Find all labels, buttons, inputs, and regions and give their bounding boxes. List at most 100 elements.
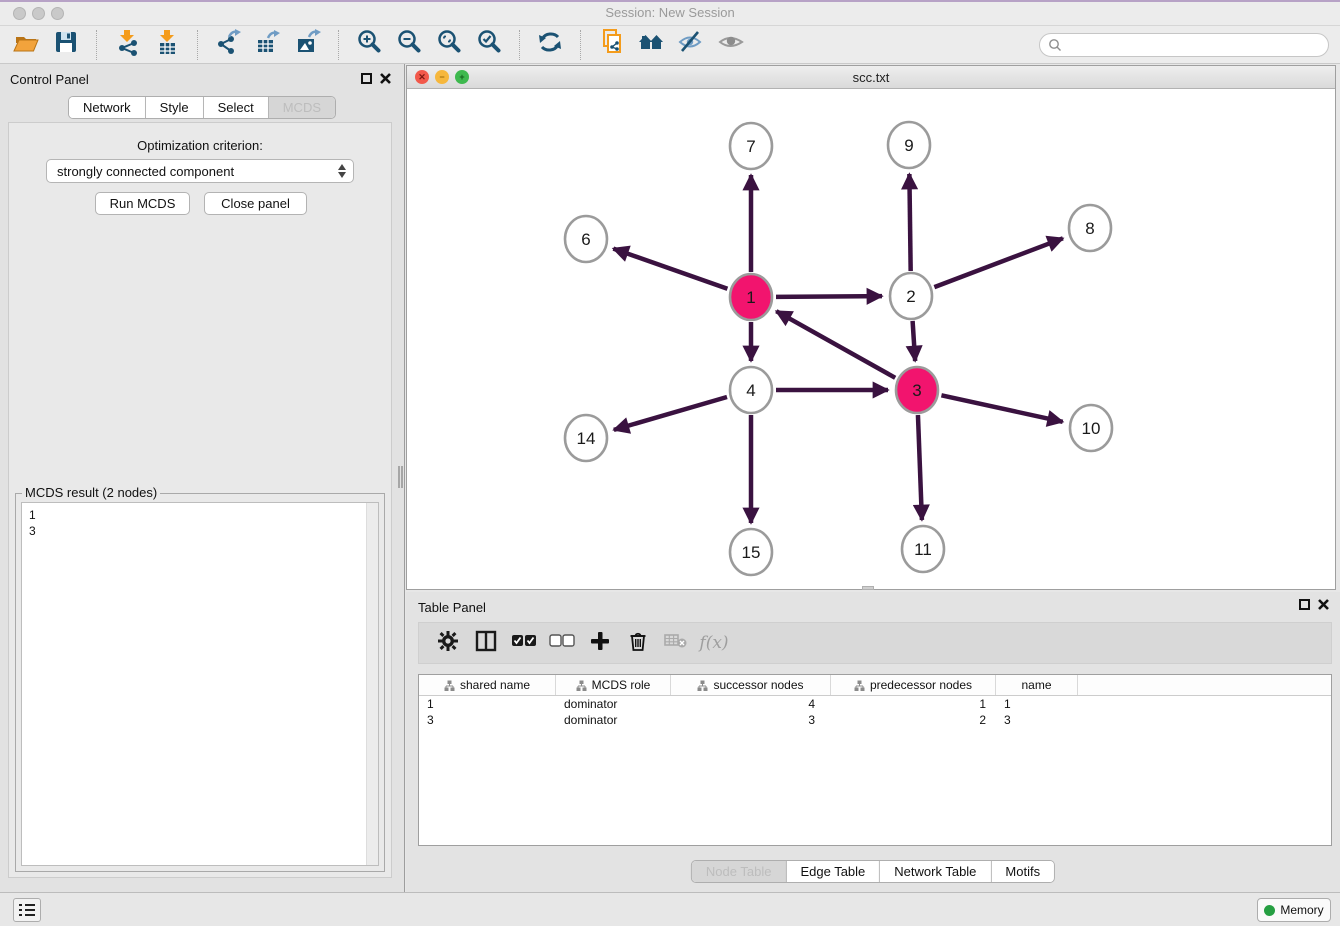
search-icon — [1048, 38, 1062, 52]
zoom-in-button[interactable] — [349, 28, 389, 62]
shared-column-icon — [444, 680, 455, 691]
column-header-shared-name[interactable]: shared name — [419, 675, 556, 695]
graph-node-11[interactable]: 11 — [902, 526, 944, 572]
tab-motifs[interactable]: Motifs — [991, 861, 1054, 882]
column-header-mcds-role[interactable]: MCDS role — [556, 675, 671, 695]
graph-node-9[interactable]: 9 — [888, 122, 930, 168]
fit-content-button[interactable] — [429, 28, 469, 62]
edge-2-3[interactable] — [913, 321, 916, 361]
edge-2-9[interactable] — [909, 174, 910, 271]
search-input[interactable] — [1067, 38, 1328, 52]
cell-mcds-role[interactable]: dominator — [556, 696, 671, 712]
delete-columns-button[interactable] — [619, 626, 657, 660]
network-table-splitter-grip[interactable] — [862, 586, 874, 590]
node-label: 11 — [914, 540, 932, 559]
toolbar-separator — [519, 30, 520, 60]
graph-node-10[interactable]: 10 — [1070, 405, 1112, 451]
export-table-button[interactable] — [248, 28, 288, 62]
column-header-predecessor-nodes[interactable]: predecessor nodes — [831, 675, 996, 695]
edge-1-6[interactable] — [613, 249, 727, 289]
float-table-panel-icon[interactable] — [1299, 599, 1310, 610]
tab-style[interactable]: Style — [146, 97, 204, 118]
tab-network[interactable]: Network — [69, 97, 146, 118]
import-network-button[interactable] — [107, 28, 147, 62]
status-bar: Memory — [0, 892, 1340, 926]
edge-1-2[interactable] — [776, 296, 882, 297]
delete-table-button[interactable] — [657, 626, 695, 660]
graph-node-3[interactable]: 3 — [896, 367, 938, 413]
table-row[interactable]: 3 dominator 3 2 3 — [419, 712, 1331, 728]
cell-name[interactable]: 3 — [996, 712, 1078, 728]
cell-predecessor-nodes[interactable]: 2 — [831, 712, 996, 728]
graph-node-2[interactable]: 2 — [890, 273, 932, 319]
network-window-titlebar[interactable]: ✕ − + scc.txt — [407, 66, 1335, 89]
tab-mcds[interactable]: MCDS — [269, 97, 335, 118]
network-view-window: ✕ − + scc.txt 1 2 3 4 6 7 8 9 10 11 14 15 — [406, 65, 1336, 590]
task-history-button[interactable] — [13, 898, 41, 922]
show-all-button[interactable] — [711, 28, 751, 62]
tab-node-table[interactable]: Node Table — [692, 861, 787, 882]
window-accent-strip — [0, 0, 1340, 2]
export-image-button[interactable] — [288, 28, 328, 62]
cell-shared-name[interactable]: 3 — [419, 712, 556, 728]
home-button[interactable] — [631, 28, 671, 62]
save-session-button[interactable] — [46, 28, 86, 62]
table-settings-button[interactable] — [429, 626, 467, 660]
optimization-criterion-label: Optimization criterion: — [9, 138, 391, 153]
close-table-panel-icon[interactable] — [1317, 598, 1330, 611]
add-column-button[interactable] — [581, 626, 619, 660]
node-table[interactable]: shared name MCDS role successor nodes pr… — [418, 674, 1332, 846]
control-panel-header: Control Panel — [0, 64, 404, 94]
import-table-button[interactable] — [147, 28, 187, 62]
criterion-dropdown[interactable]: strongly connected component — [46, 159, 354, 183]
network-canvas[interactable]: 1 2 3 4 6 7 8 9 10 11 14 15 — [407, 90, 1335, 589]
memory-button[interactable]: Memory — [1257, 898, 1331, 922]
cell-successor-nodes[interactable]: 3 — [671, 712, 831, 728]
zoom-out-icon — [395, 28, 423, 61]
close-panel-button[interactable]: Close panel — [204, 192, 307, 215]
refresh-view-button[interactable] — [530, 28, 570, 62]
edge-4-14[interactable] — [614, 397, 727, 430]
cell-predecessor-nodes[interactable]: 1 — [831, 696, 996, 712]
graph-node-15[interactable]: 15 — [730, 529, 772, 575]
split-columns-button[interactable] — [467, 626, 505, 660]
unselect-all-columns-button[interactable] — [543, 626, 581, 660]
edge-2-8[interactable] — [934, 238, 1063, 287]
column-header-successor-nodes[interactable]: successor nodes — [671, 675, 831, 695]
edge-3-1[interactable] — [776, 311, 895, 378]
cell-name[interactable]: 1 — [996, 696, 1078, 712]
graph-node-4[interactable]: 4 — [730, 367, 772, 413]
tab-edge-table[interactable]: Edge Table — [786, 861, 880, 882]
table-row[interactable]: 1 dominator 4 1 1 — [419, 696, 1331, 712]
cell-successor-nodes[interactable]: 4 — [671, 696, 831, 712]
edge-3-11[interactable] — [918, 415, 922, 520]
graph-node-8[interactable]: 8 — [1069, 205, 1111, 251]
function-builder-button[interactable]: f(x) — [695, 626, 733, 660]
column-header-name[interactable]: name — [996, 675, 1078, 695]
float-panel-icon[interactable] — [361, 73, 372, 84]
graph-node-14[interactable]: 14 — [565, 415, 607, 461]
select-all-columns-button[interactable] — [505, 626, 543, 660]
mcds-panel: Optimization criterion: strongly connect… — [8, 122, 392, 878]
export-network-button[interactable] — [208, 28, 248, 62]
zoom-out-button[interactable] — [389, 28, 429, 62]
mcds-result-textarea[interactable]: 1 3 — [21, 502, 379, 866]
result-scrollbar[interactable] — [366, 503, 378, 865]
hide-selected-button[interactable] — [671, 28, 711, 62]
tab-network-table[interactable]: Network Table — [880, 861, 991, 882]
tab-select[interactable]: Select — [204, 97, 269, 118]
zoom-selected-button[interactable] — [469, 28, 509, 62]
graph-node-6[interactable]: 6 — [565, 216, 607, 262]
memory-status-icon — [1264, 905, 1275, 916]
open-session-button[interactable] — [6, 28, 46, 62]
cell-mcds-role[interactable]: dominator — [556, 712, 671, 728]
new-network-from-selection-button[interactable] — [591, 28, 631, 62]
graph-node-1[interactable]: 1 — [730, 274, 772, 320]
search-field[interactable] — [1039, 33, 1329, 57]
run-mcds-button[interactable]: Run MCDS — [95, 192, 190, 215]
panel-splitter-grip[interactable] — [398, 466, 404, 488]
close-panel-icon[interactable] — [379, 72, 392, 85]
edge-3-10[interactable] — [941, 395, 1062, 421]
cell-shared-name[interactable]: 1 — [419, 696, 556, 712]
graph-node-7[interactable]: 7 — [730, 123, 772, 169]
